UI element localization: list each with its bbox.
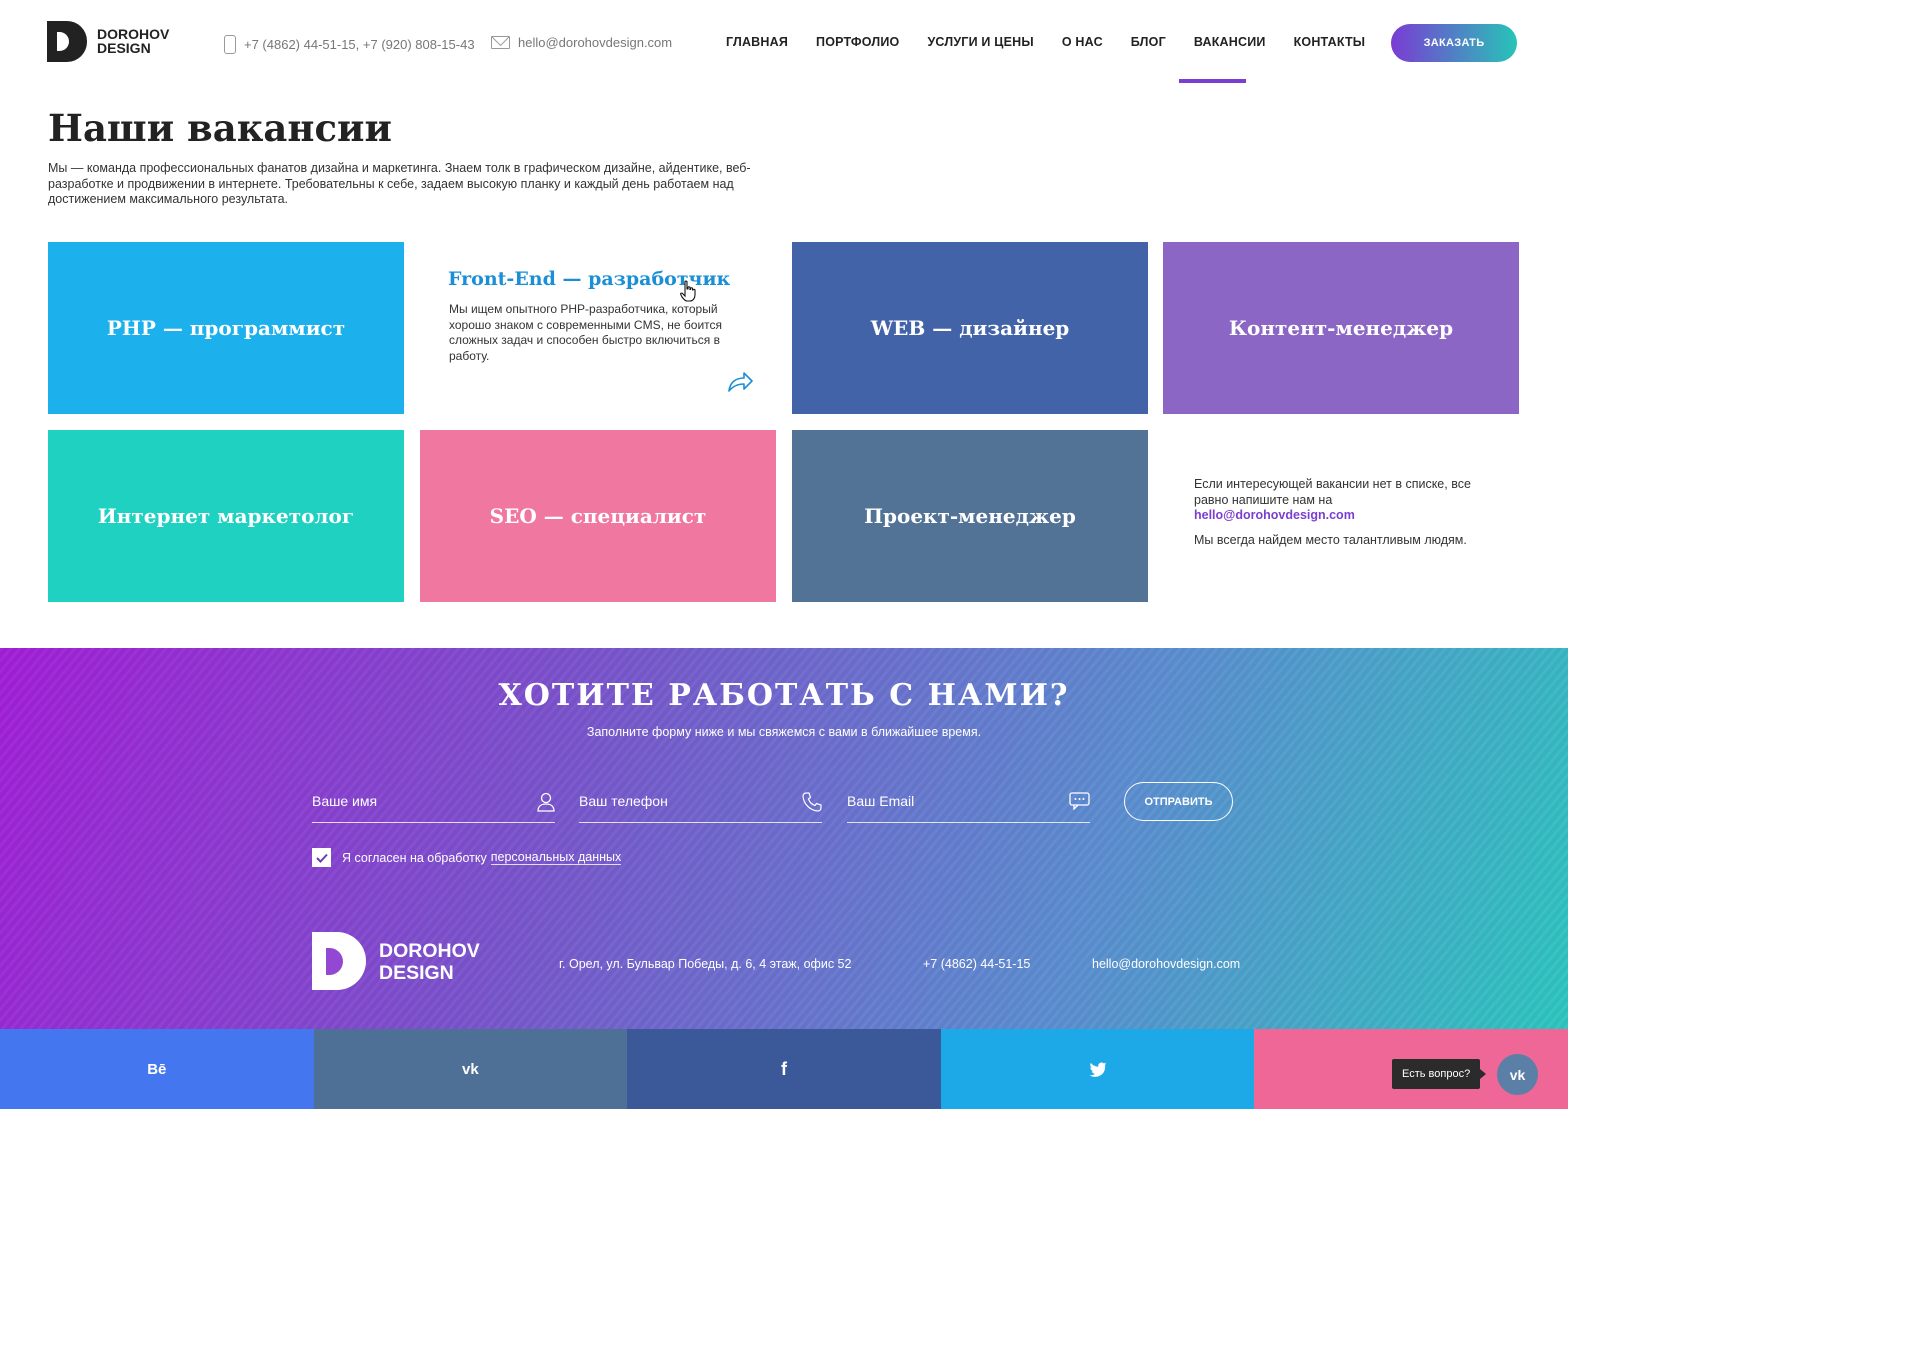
hand-cursor-icon: [680, 280, 696, 302]
twitter-link[interactable]: [940, 1029, 1255, 1109]
contact-section: ХОТИТЕ РАБОТАТЬ С НАМИ? Заполните форму …: [0, 648, 1568, 1029]
nav-blog[interactable]: БЛОГ: [1131, 35, 1166, 49]
user-icon: [537, 792, 555, 812]
nav-contacts[interactable]: КОНТАКТЫ: [1294, 35, 1366, 49]
vacancy-project-manager[interactable]: Проект-менеджер: [792, 430, 1148, 602]
mail-icon: [491, 36, 510, 49]
vk-icon: vk: [462, 1060, 479, 1078]
vacancy-marketing-label: Интернет маркетолог: [97, 504, 355, 528]
no-vacancy-email-link[interactable]: hello@dorohovdesign.com: [1194, 508, 1355, 522]
personal-data-link[interactable]: персональных данных: [490, 850, 622, 865]
nav-active-indicator: [1179, 79, 1246, 83]
vacancy-web-designer[interactable]: WEB — дизайнер: [792, 242, 1148, 414]
header-email-text: hello@dorohovdesign.com: [518, 35, 673, 50]
nav-portfolio[interactable]: ПОРТФОЛИО: [816, 35, 899, 49]
order-button[interactable]: ЗАКАЗАТЬ: [1391, 24, 1517, 62]
send-button[interactable]: ОТПРАВИТЬ: [1124, 782, 1233, 821]
footer-logo[interactable]: DOROHOV DESIGN: [312, 932, 502, 992]
logo-text: DOROHOV DESIGN: [97, 26, 170, 56]
footer-address: г. Орел, ул. Бульвар Победы, д. 6, 4 эта…: [559, 957, 852, 971]
nav-vacancies[interactable]: ВАКАНСИИ: [1194, 35, 1266, 49]
nav-about[interactable]: О НАС: [1062, 35, 1103, 49]
vk-chat-icon: vk: [1509, 1066, 1526, 1083]
logo-mark-icon: [47, 21, 87, 62]
header-phones-text: +7 (4862) 44-51-15, +7 (920) 808-15-43: [244, 37, 475, 52]
vacancy-frontend[interactable]: Front-End — разработчик Мы ищем опытного…: [420, 242, 776, 414]
vacancy-frontend-description: Мы ищем опытного PHP-разработчика, котор…: [449, 302, 722, 363]
chat-icon: [1069, 792, 1090, 810]
main-nav: ГЛАВНАЯ ПОРТФОЛИО УСЛУГИ И ЦЕНЫ О НАС БЛ…: [726, 35, 1365, 49]
footer-email[interactable]: hello@dorohovdesign.com: [1092, 957, 1240, 971]
cta-title: ХОТИТЕ РАБОТАТЬ С НАМИ?: [498, 678, 1070, 713]
no-vacancy-text-2: Мы всегда найдем место талантливым людям…: [1194, 532, 1467, 547]
nav-home[interactable]: ГЛАВНАЯ: [726, 35, 788, 49]
vk-chat-button[interactable]: vk: [1497, 1054, 1538, 1095]
name-field: [312, 783, 555, 823]
phone-handset-icon: [802, 792, 822, 812]
phone-icon: [224, 35, 236, 54]
phone-field: [579, 783, 822, 823]
facebook-icon: f: [780, 1058, 787, 1079]
behance-link[interactable]: Bē: [0, 1029, 314, 1109]
no-vacancy-text: Если интересующей вакансии нет в списке,…: [1194, 477, 1471, 507]
email-field: [847, 783, 1090, 823]
vacancy-content-label: Контент-менеджер: [1228, 316, 1454, 340]
checkmark-icon: [315, 853, 328, 863]
vacancy-php-label: PHP — программист: [106, 316, 346, 340]
name-input[interactable]: [312, 793, 512, 809]
header-phone[interactable]: +7 (4862) 44-51-15, +7 (920) 808-15-43: [224, 35, 475, 54]
vacancy-php[interactable]: PHP — программист: [48, 242, 404, 414]
nav-services[interactable]: УСЛУГИ И ЦЕНЫ: [927, 35, 1033, 49]
vacancy-web-label: WEB — дизайнер: [870, 316, 1070, 340]
ask-question-tooltip[interactable]: Есть вопрос?: [1392, 1059, 1487, 1089]
page-intro: Мы — команда профессиональных фанатов ди…: [48, 161, 751, 206]
share-arrow-icon[interactable]: [726, 370, 754, 394]
footer-logo-mark-icon: [312, 932, 366, 990]
logo[interactable]: DOROHOV DESIGN: [47, 21, 177, 63]
vacancy-internet-marketer[interactable]: Интернет маркетолог: [48, 430, 404, 602]
footer-logo-line1: DOROHOV: [379, 940, 480, 962]
page-title: Наши вакансии: [48, 106, 392, 150]
consent-checkbox[interactable]: [312, 848, 331, 867]
phone-input[interactable]: [579, 793, 779, 809]
footer-logo-line2: DESIGN: [379, 962, 454, 984]
vk-link[interactable]: vk: [313, 1029, 628, 1109]
facebook-link[interactable]: f: [627, 1029, 941, 1109]
social-bar: Bē vk f: [0, 1029, 1568, 1109]
consent-text: Я согласен на обработку: [342, 850, 487, 865]
vacancy-seo[interactable]: SEO — специалист: [420, 430, 776, 602]
behance-icon: Bē: [147, 1060, 167, 1078]
vacancy-content-manager[interactable]: Контент-менеджер: [1163, 242, 1519, 414]
twitter-icon: [1089, 1062, 1107, 1077]
footer-logo-text: DOROHOV DESIGN: [379, 940, 480, 984]
email-input[interactable]: [847, 793, 1047, 809]
cta-subtitle: Заполните форму ниже и мы свяжемся с вам…: [586, 725, 982, 739]
vacancy-pm-label: Проект-менеджер: [864, 504, 1076, 528]
consent-row: Я согласен на обработку персональных дан…: [312, 848, 622, 867]
no-vacancy-note: Если интересующей вакансии нет в списке,…: [1194, 477, 1494, 548]
vacancy-seo-label: SEO — специалист: [489, 504, 707, 528]
header-email[interactable]: hello@dorohovdesign.com: [491, 35, 672, 50]
footer-phone[interactable]: +7 (4862) 44-51-15: [923, 957, 1030, 971]
